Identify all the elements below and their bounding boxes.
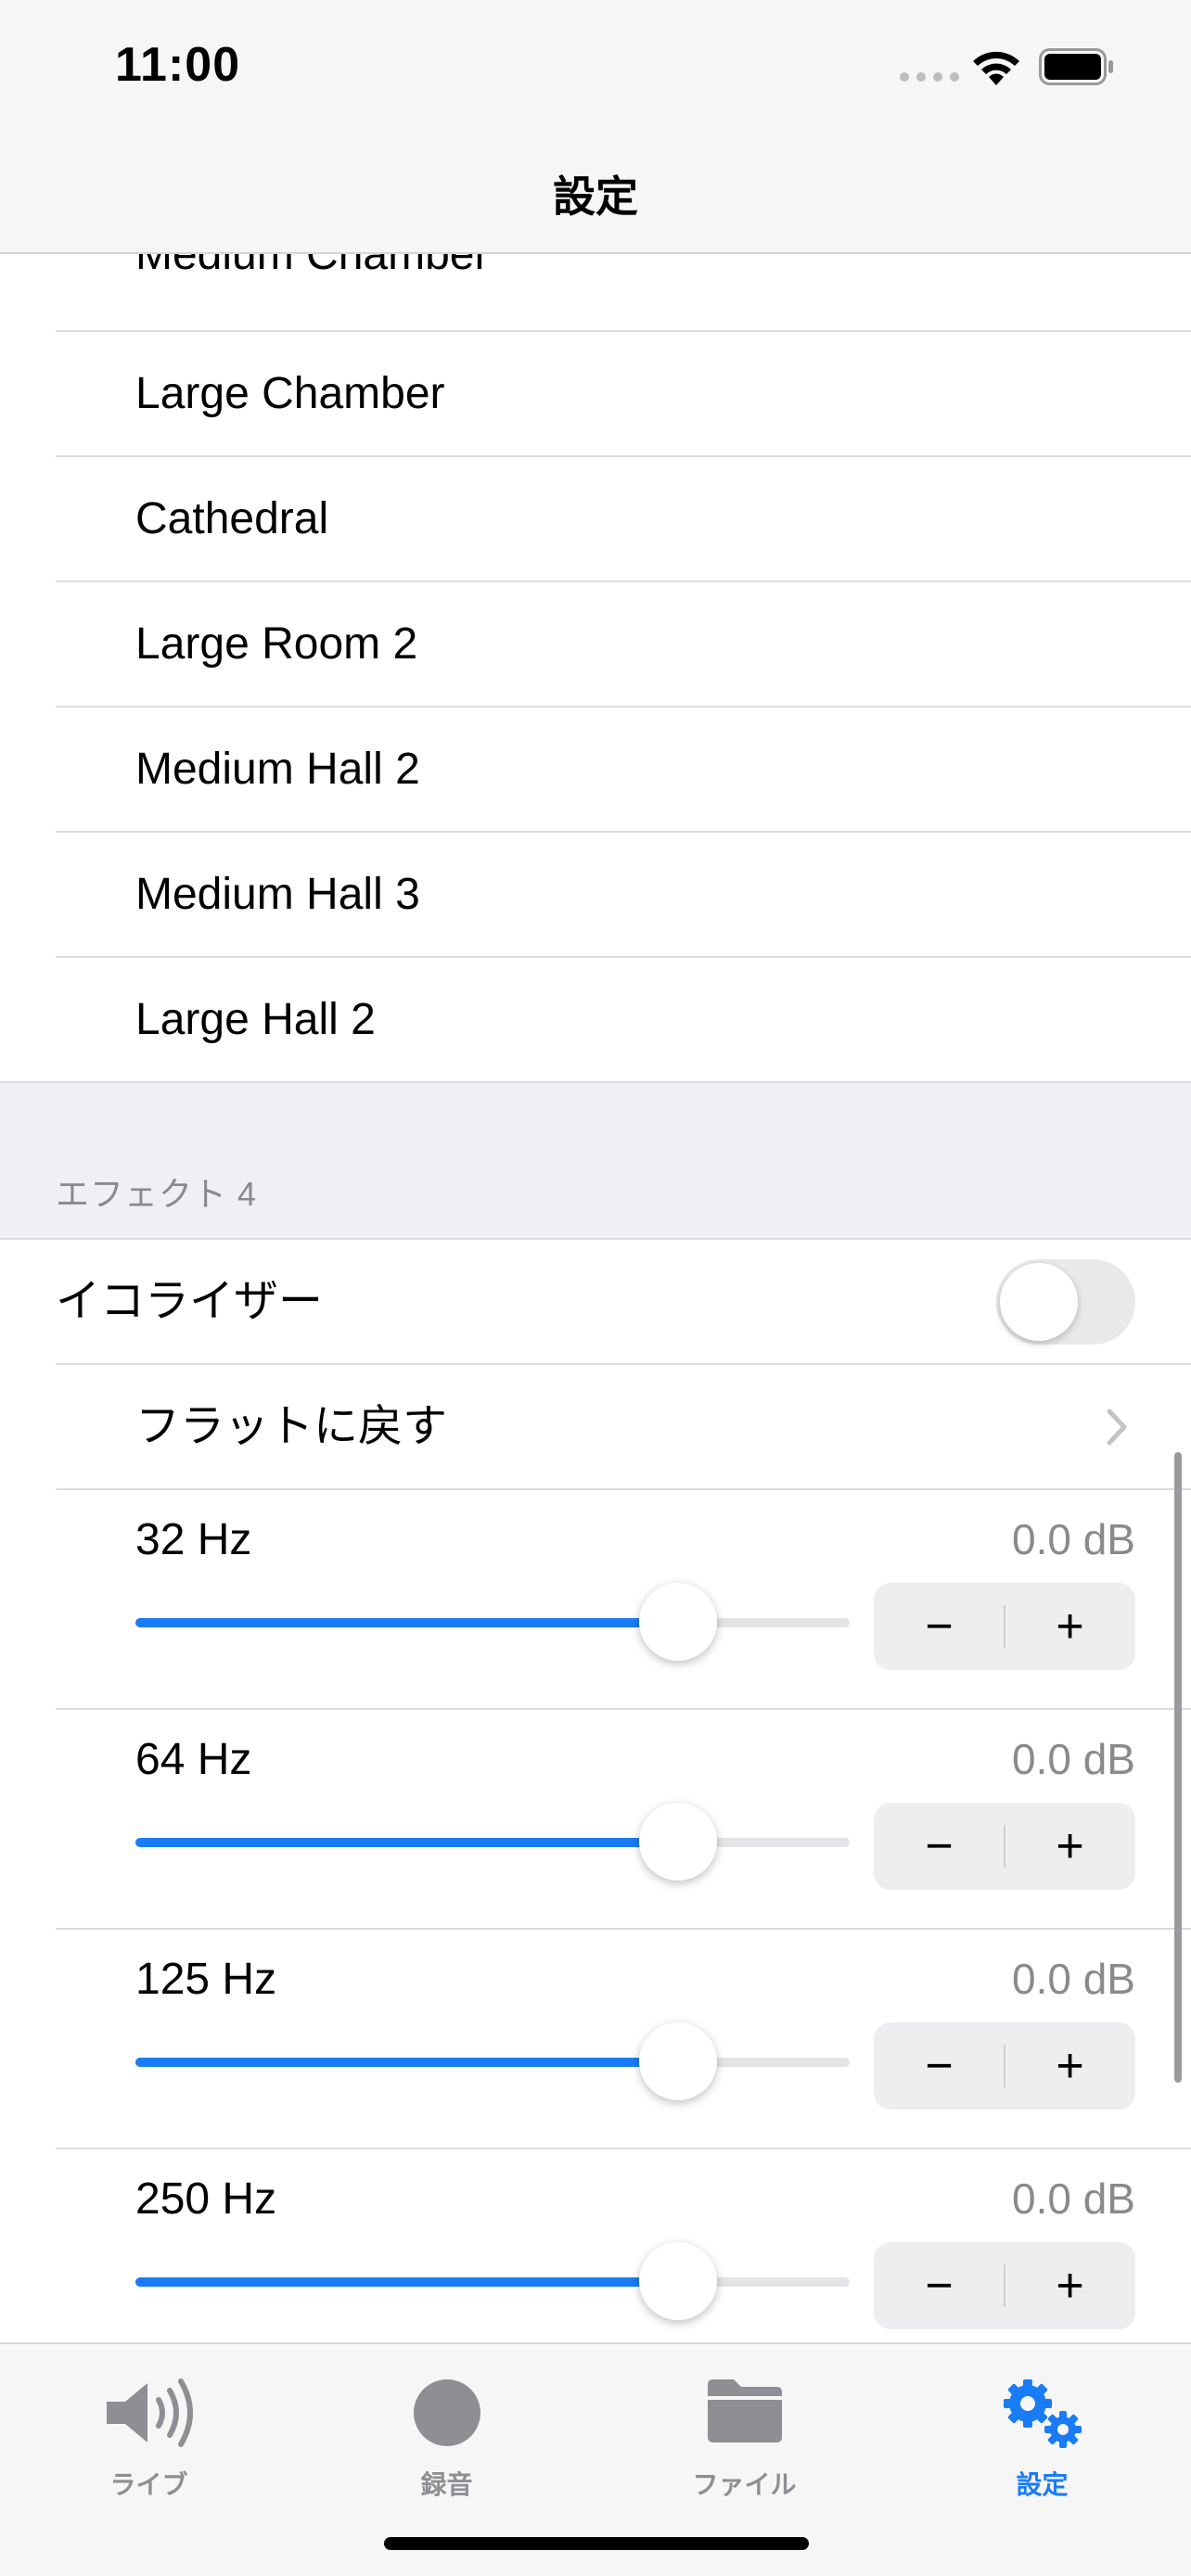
band-slider[interactable] [135, 1583, 850, 1661]
increment-button[interactable]: + [1005, 2022, 1135, 2110]
decrement-button[interactable]: − [874, 2022, 1005, 2110]
eq-band-row: 64 Hz 0.0 dB − + [0, 1710, 1191, 1930]
slider-fill [135, 1618, 679, 1627]
tab-label: ライブ [109, 2470, 188, 2499]
wifi-icon [973, 51, 1019, 85]
chevron-right-icon [1107, 1409, 1127, 1446]
preset-label: Medium Hall 3 [135, 870, 420, 919]
band-frequency: 32 Hz [135, 1515, 252, 1564]
speaker-icon [106, 2378, 193, 2447]
band-stepper: − + [874, 1803, 1135, 1890]
preset-label: Medium Hall 2 [135, 745, 420, 794]
band-gain: 0.0 dB [1012, 2174, 1135, 2223]
preset-row[interactable]: Large Chamber [0, 332, 1191, 457]
settings-list[interactable]: Medium Chamber Large Chamber Cathedral L… [0, 230, 1191, 2369]
slider-fill [135, 2277, 679, 2287]
reset-flat-label: フラットに戻す [135, 1402, 448, 1451]
band-frequency: 125 Hz [135, 1955, 277, 2004]
band-gain: 0.0 dB [1012, 1515, 1135, 1563]
top-bar: 11:00 設定 [0, 0, 1191, 254]
tab-files[interactable]: ファイル [596, 2363, 893, 2502]
preset-label: Large Hall 2 [135, 995, 376, 1044]
slider-thumb[interactable] [639, 1583, 718, 1661]
tab-settings[interactable]: 設定 [893, 2363, 1191, 2502]
eq-band-row: 32 Hz 0.0 dB − + [0, 1490, 1191, 1710]
band-stepper: − + [874, 2022, 1135, 2110]
slider-fill [135, 1838, 679, 1847]
scroll-indicator[interactable] [1174, 1452, 1182, 2083]
preset-row[interactable]: Medium Hall 3 [0, 833, 1191, 958]
preset-row[interactable]: Medium Chamber [0, 230, 1191, 332]
eq-band-row: 125 Hz 0.0 dB − + [0, 1930, 1191, 2149]
tab-label: 録音 [420, 2470, 473, 2499]
toggle-knob [1000, 1263, 1078, 1341]
equalizer-label: イコライザー [56, 1277, 324, 1326]
decrement-button[interactable]: − [874, 1583, 1005, 1670]
section-separator: エフェクト 4 [0, 1083, 1191, 1240]
band-slider[interactable] [135, 2022, 850, 2100]
band-frequency: 64 Hz [135, 1735, 252, 1784]
slider-thumb[interactable] [639, 2242, 718, 2320]
tab-live[interactable]: ライブ [0, 2363, 298, 2502]
page-title: 設定 [553, 172, 638, 221]
band-stepper: − + [874, 1583, 1135, 1670]
increment-button[interactable]: + [1005, 1803, 1135, 1890]
increment-button[interactable]: + [1005, 2242, 1135, 2329]
equalizer-toggle[interactable] [996, 1259, 1135, 1345]
band-gain: 0.0 dB [1012, 1955, 1135, 2003]
eq-band-row: 250 Hz 0.0 dB − + [0, 2149, 1191, 2369]
increment-button[interactable]: + [1005, 1583, 1135, 1670]
preset-label: Cathedral [135, 494, 329, 543]
home-indicator[interactable] [384, 2537, 809, 2550]
preset-row[interactable]: Medium Hall 2 [0, 708, 1191, 833]
battery-icon [1039, 48, 1113, 85]
preset-label: Large Room 2 [135, 619, 418, 669]
equalizer-row: イコライザー [0, 1240, 1191, 1365]
preset-row[interactable]: Large Hall 2 [0, 958, 1191, 1083]
decrement-button[interactable]: − [874, 1803, 1005, 1890]
slider-fill [135, 2058, 679, 2067]
section-header-effect-4: エフェクト 4 [56, 1175, 258, 1213]
status-time: 11:00 [115, 38, 241, 92]
slider-thumb[interactable] [639, 1803, 718, 1881]
band-frequency: 250 Hz [135, 2174, 277, 2224]
preset-row[interactable]: Large Room 2 [0, 582, 1191, 708]
tab-record[interactable]: 録音 [298, 2363, 596, 2502]
gears-icon [1003, 2379, 1082, 2448]
preset-label: Large Chamber [135, 369, 445, 418]
band-slider[interactable] [135, 2242, 850, 2320]
cellular-signal-icon [900, 72, 959, 82]
band-stepper: − + [874, 2242, 1135, 2329]
tab-label: 設定 [1016, 2470, 1069, 2499]
reset-flat-row[interactable]: フラットに戻す [0, 1365, 1191, 1490]
slider-thumb[interactable] [639, 2022, 718, 2100]
band-gain: 0.0 dB [1012, 1735, 1135, 1783]
preset-row[interactable]: Cathedral [0, 457, 1191, 582]
record-icon [413, 2379, 480, 2446]
decrement-button[interactable]: − [874, 2242, 1005, 2329]
band-slider[interactable] [135, 1803, 850, 1881]
tab-label: ファイル [692, 2470, 797, 2499]
folder-icon [707, 2379, 782, 2442]
